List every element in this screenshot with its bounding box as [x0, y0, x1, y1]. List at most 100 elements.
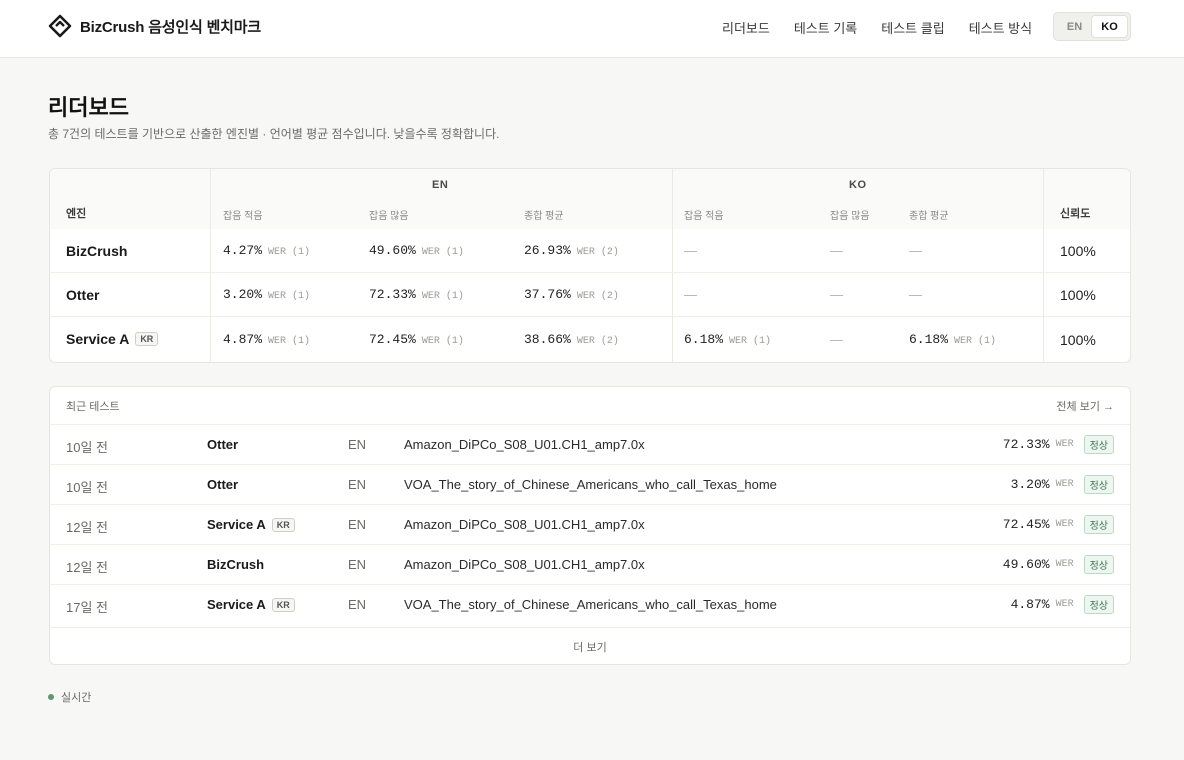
region-badge: KR [135, 332, 159, 346]
divider [672, 169, 673, 362]
empty-cell: — [909, 287, 922, 302]
language: EN [348, 557, 367, 572]
score: 6.18% [684, 332, 724, 347]
clip-name: VOA_The_story_of_Chinese_Americans_who_c… [404, 477, 777, 492]
engine-name: BizCrush [66, 243, 127, 259]
en-high-cell: 72.45% WER (1) [369, 332, 464, 347]
ko-low-cell: 6.18% WER (1) [684, 332, 771, 347]
divider [210, 169, 211, 362]
score: 4.87% [223, 332, 263, 347]
score-group: 3.20% WER 정상 [1011, 475, 1114, 494]
language: EN [348, 477, 367, 492]
score-group: 4.87% WER 정상 [1011, 595, 1114, 614]
nav-leaderboard[interactable]: 리더보드 [722, 18, 770, 37]
engine-label: BizCrush [66, 243, 128, 259]
list-item[interactable]: 17일 전 Service A KR EN VOA_The_story_of_Ch… [50, 584, 1130, 624]
wer-label: WER (1) [268, 336, 311, 347]
wer-label: WER (1) [421, 291, 464, 302]
score: 6.18% [909, 332, 949, 347]
empty-cell: — [830, 243, 843, 258]
diamond-logo-icon [48, 14, 72, 38]
status-badge: 정상 [1083, 595, 1114, 614]
empty-cell: — [909, 243, 922, 258]
clip-name: VOA_The_story_of_Chinese_Americans_who_c… [404, 597, 777, 612]
wer-label: WER (2) [576, 336, 619, 347]
score: 4.27% [223, 243, 263, 258]
live-dot-icon [48, 694, 54, 700]
score: 72.45% [369, 332, 416, 347]
wer-label: WER (1) [729, 336, 772, 347]
en-high-cell: 72.33% WER (1) [369, 287, 464, 302]
col-en-high: 잡음 많음 [369, 211, 409, 222]
list-item[interactable]: 10일 전 Otter EN Amazon_DiPCo_S08_U01.CH1_… [50, 424, 1130, 464]
leaderboard-table: 엔진 EN KO 잡음 적음 잡음 많음 종합 평균 잡음 적음 잡음 많음 종… [49, 168, 1131, 363]
time: 12일 전 [66, 560, 108, 575]
load-more-button[interactable]: 더 보기 [50, 627, 1130, 664]
nav-test-method[interactable]: 테스트 방식 [969, 18, 1032, 37]
time: 12일 전 [66, 520, 108, 535]
wer-label: WER [1055, 519, 1074, 530]
score-group: 49.60% WER 정상 [1003, 555, 1114, 574]
engine-label: Service A [207, 597, 266, 612]
score: 72.33% [1002, 437, 1050, 452]
view-all-link[interactable]: 전체 보기 → [1056, 398, 1114, 414]
engine-label: Service A [207, 517, 266, 532]
wer-label: WER (1) [954, 336, 997, 347]
wer-label: WER (2) [576, 291, 619, 302]
wer-label: WER [1055, 479, 1074, 490]
reliability: 100% [1060, 332, 1096, 348]
brand-name: BizCrush 음성인식 벤치마크 [80, 18, 261, 36]
ko-avg-cell: 6.18% WER (1) [909, 332, 996, 347]
wer-label: WER (2) [576, 247, 619, 258]
divider [50, 316, 1130, 317]
region-badge: KR [271, 517, 295, 532]
nav-test-clips[interactable]: 테스트 클립 [881, 18, 944, 37]
recent-title: 최근 테스트 [66, 401, 120, 413]
en-avg-cell: 26.93% WER (2) [524, 243, 619, 258]
col-engine: 엔진 [66, 208, 87, 220]
engine-name: Otter [207, 437, 239, 452]
reliability: 100% [1060, 243, 1096, 259]
wer-label: WER [1055, 439, 1074, 450]
en-avg-cell: 38.66% WER (2) [524, 332, 619, 347]
status-badge: 정상 [1083, 475, 1114, 494]
lang-ko-button[interactable]: KO [1092, 16, 1127, 37]
clip-name: Amazon_DiPCo_S08_U01.CH1_amp7.0x [404, 517, 645, 532]
group-ko: KO [849, 179, 867, 191]
en-low-cell: 4.27% WER (1) [223, 243, 310, 258]
lang-en-button[interactable]: EN [1057, 16, 1092, 37]
reliability: 100% [1060, 287, 1096, 303]
engine-name: Otter [66, 287, 99, 303]
time: 17일 전 [66, 600, 108, 615]
wer-label: WER (1) [268, 291, 311, 302]
wer-label: WER (1) [421, 336, 464, 347]
nav-test-history[interactable]: 테스트 기록 [794, 18, 857, 37]
en-low-cell: 4.87% WER (1) [223, 332, 310, 347]
col-ko-low: 잡음 적음 [684, 211, 724, 222]
clip-name: Amazon_DiPCo_S08_U01.CH1_amp7.0x [404, 557, 645, 572]
list-item[interactable]: 12일 전 Service A KR EN Amazon_DiPCo_S08_U0… [50, 504, 1130, 544]
status-badge: 정상 [1083, 555, 1114, 574]
list-item[interactable]: 12일 전 BizCrush EN Amazon_DiPCo_S08_U01.C… [50, 544, 1130, 584]
empty-cell: — [830, 287, 843, 302]
score: 3.20% [1010, 477, 1050, 492]
region-badge: KR [271, 597, 295, 612]
engine-name: Service A KR [66, 331, 159, 347]
engine-label: Otter [66, 287, 100, 303]
col-en-low: 잡음 적음 [223, 211, 263, 222]
time: 10일 전 [66, 480, 108, 495]
status-badge: 정상 [1083, 515, 1114, 534]
divider [1043, 169, 1044, 362]
score: 72.33% [369, 287, 416, 302]
score: 72.45% [1002, 517, 1050, 532]
wer-label: WER [1055, 559, 1074, 570]
col-ko-avg: 종합 평균 [909, 211, 949, 222]
table-header [50, 169, 1130, 229]
live-label: 실시간 [61, 692, 92, 704]
col-ko-high: 잡음 많음 [830, 211, 870, 222]
score: 26.93% [524, 243, 571, 258]
recent-tests: 최근 테스트 전체 보기 → 10일 전 Otter EN Amazon_DiP… [49, 386, 1131, 665]
brand[interactable]: BizCrush 음성인식 벤치마크 [48, 14, 261, 38]
time: 10일 전 [66, 440, 108, 455]
list-item[interactable]: 10일 전 Otter EN VOA_The_story_of_Chinese_… [50, 464, 1130, 504]
